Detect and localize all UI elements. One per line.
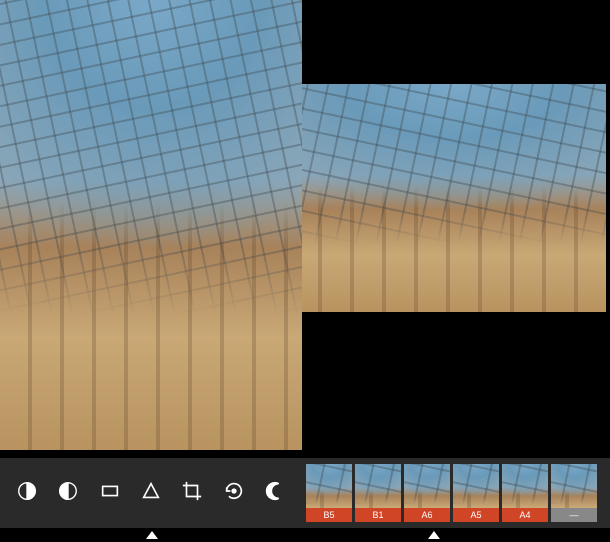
indicator-bar [0, 528, 610, 542]
bottom-bar: B5 B1 A6 A5 A4 — [0, 458, 610, 528]
aspect-tool[interactable] [95, 478, 125, 508]
main-image-preview[interactable] [0, 0, 302, 450]
filter-strip[interactable]: B5 B1 A6 A5 A4 — [302, 458, 610, 528]
filter-label: A4 [502, 508, 548, 522]
filter-label: — [551, 508, 597, 522]
moon-icon [264, 480, 286, 507]
filter-thumb-none[interactable]: — [551, 464, 597, 522]
circle-contrast-icon [57, 480, 79, 507]
edit-toolbar [0, 458, 302, 528]
side-area [302, 0, 610, 458]
rectangle-icon [99, 480, 121, 507]
filter-label: B5 [306, 508, 352, 522]
filter-thumb-b1[interactable]: B1 [355, 464, 401, 522]
triangle-icon [140, 480, 162, 507]
indicator-arrow-right-icon [428, 531, 440, 539]
brightness-tool[interactable] [12, 478, 42, 508]
exposure-tool[interactable] [260, 478, 290, 508]
indicator-arrow-left-icon [146, 531, 158, 539]
crop-icon [181, 480, 203, 507]
preview-image-secondary [302, 84, 606, 312]
filter-thumb-a6[interactable]: A6 [404, 464, 450, 522]
filter-label: A6 [404, 508, 450, 522]
rotate-tool[interactable] [219, 478, 249, 508]
preview-image [0, 0, 302, 450]
contrast-tool[interactable] [53, 478, 83, 508]
editor-main-area [0, 0, 610, 458]
filter-thumb-b5[interactable]: B5 [306, 464, 352, 522]
half-circle-icon [16, 480, 38, 507]
secondary-image-preview[interactable] [302, 84, 606, 312]
rotate-icon [223, 480, 245, 507]
filter-thumb-a4[interactable]: A4 [502, 464, 548, 522]
crop-tool[interactable] [177, 478, 207, 508]
filter-label: A5 [453, 508, 499, 522]
sharpen-tool[interactable] [136, 478, 166, 508]
filter-label: B1 [355, 508, 401, 522]
filter-thumb-a5[interactable]: A5 [453, 464, 499, 522]
